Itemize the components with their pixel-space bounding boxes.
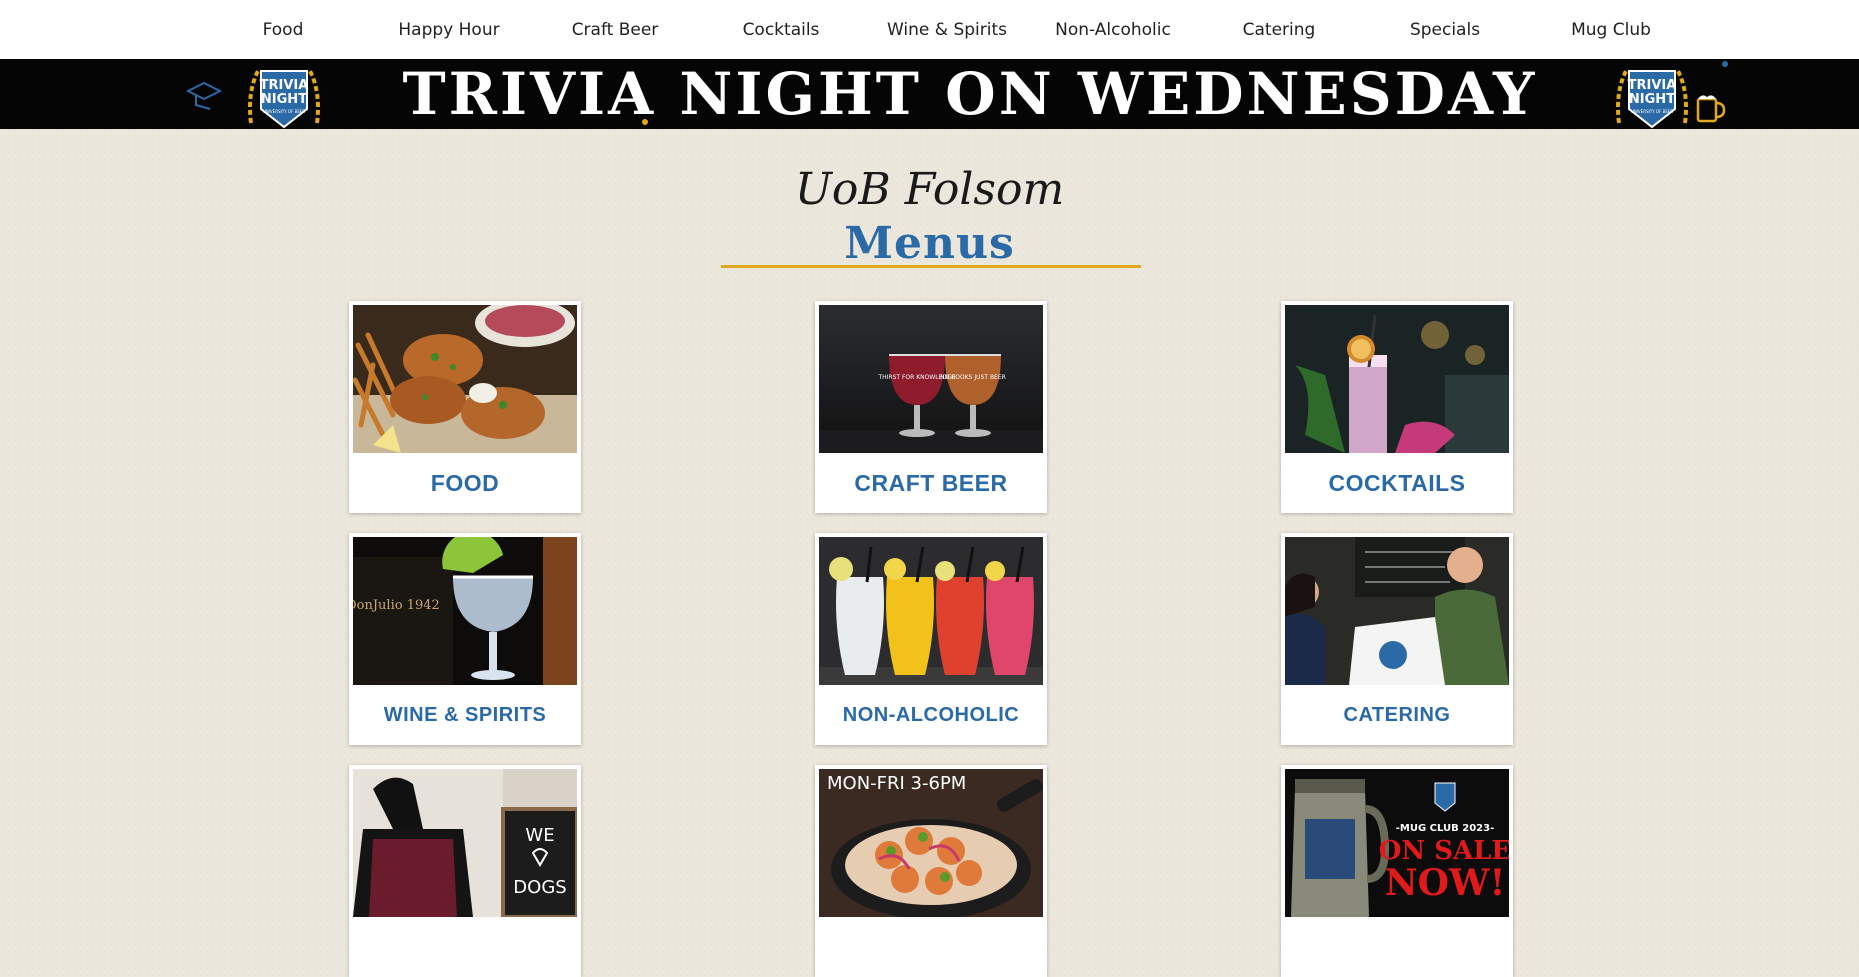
- card-label: CRAFT BEER: [854, 469, 1008, 496]
- happy-hour-photo: MON-FRI 3-6PM: [819, 769, 1043, 917]
- nav-item-wine-spirits[interactable]: Wine & Spirits: [864, 20, 1030, 40]
- sign-word-dogs: DOGS: [513, 877, 566, 898]
- card-label: NON-ALCOHOLIC: [842, 703, 1020, 726]
- card-label: [349, 917, 581, 977]
- menu-card-catering[interactable]: CATERING: [1281, 533, 1513, 745]
- menu-card-food[interactable]: FOOD: [349, 301, 581, 513]
- menu-card-happy-hour[interactable]: MON-FRI 3-6PM: [815, 765, 1047, 977]
- menu-card-craft-beer[interactable]: THIRST FOR KNOWLEDGE NO BOOKS JUST BEER …: [815, 301, 1047, 513]
- menu-card-dog-friendly[interactable]: WE DOGS: [349, 765, 581, 977]
- non-alcoholic-photo: [819, 537, 1043, 685]
- trivia-night-badge: TRIVIA NIGHT UNIVERSITY OF BEER: [248, 68, 320, 129]
- menu-card-mug-club[interactable]: -MUG CLUB 2023- ON SALE NOW!: [1281, 765, 1513, 977]
- nav-item-cocktails[interactable]: Cocktails: [698, 20, 864, 40]
- title-divider: [721, 265, 1141, 268]
- nav-item-happy-hour[interactable]: Happy Hour: [366, 20, 532, 40]
- mug-club-line1: -MUG CLUB 2023-: [1396, 823, 1494, 834]
- banner-text: TRIVIA NIGHT ON WEDNESDAY @8PM: [402, 60, 1538, 129]
- star-icon: [1722, 61, 1728, 67]
- nav-item-specials[interactable]: Specials: [1362, 20, 1528, 40]
- badge-line1: TRIVIA: [260, 78, 309, 93]
- mug-club-line3: NOW!: [1385, 862, 1506, 904]
- badge-sub: UNIVERSITY OF BEER: [263, 109, 306, 114]
- trivia-night-badge-right: TRIVIA NIGHT UNIVERSITY OF BEER: [1616, 68, 1688, 129]
- badge-right-sub: UNIVERSITY OF BEER: [1631, 109, 1674, 114]
- badge-line2: NIGHT: [261, 92, 307, 107]
- nav-item-craft-beer[interactable]: Craft Beer: [532, 20, 698, 40]
- glass2-text: NO BOOKS JUST BEER: [940, 374, 1006, 381]
- wine-spirits-photo: DonJulio 1942: [353, 537, 577, 685]
- food-photo: [353, 305, 577, 453]
- nav-item-catering[interactable]: Catering: [1196, 20, 1362, 40]
- menu-card-wine-spirits[interactable]: DonJulio 1942 WINE & SPIRITS: [349, 533, 581, 745]
- nav-item-non-alcoholic[interactable]: Non-Alcoholic: [1030, 20, 1196, 40]
- catering-photo: [1285, 537, 1509, 685]
- badge-right-line2: NIGHT: [1629, 92, 1675, 107]
- card-label: [815, 917, 1047, 977]
- card-label: COCKTAILS: [1328, 469, 1466, 496]
- trivia-night-banner[interactable]: TRIVIA NIGHT UNIVERSITY OF BEER TRIVIA N…: [0, 59, 1859, 129]
- card-label: FOOD: [430, 469, 500, 496]
- bottle-label: DonJulio 1942: [353, 598, 440, 613]
- star-icon: [642, 119, 648, 125]
- mug-club-photo: -MUG CLUB 2023- ON SALE NOW!: [1285, 769, 1509, 917]
- menu-card-non-alcoholic[interactable]: NON-ALCOHOLIC: [815, 533, 1047, 745]
- dog-friendly-photo: WE DOGS: [353, 769, 577, 917]
- top-navigation: Food Happy Hour Craft Beer Cocktails Win…: [0, 0, 1859, 59]
- location-script-title: UoB Folsom: [794, 164, 1065, 215]
- sign-word-we: WE: [525, 825, 554, 846]
- beer-mug-icon: [1696, 95, 1726, 123]
- card-label: WINE & SPIRITS: [383, 703, 547, 726]
- happy-hour-caption: MON-FRI 3-6PM: [827, 773, 966, 794]
- nav-item-mug-club[interactable]: Mug Club: [1528, 20, 1694, 40]
- craft-beer-photo: THIRST FOR KNOWLEDGE NO BOOKS JUST BEER: [819, 305, 1043, 453]
- badge-right-line1: TRIVIA: [1628, 78, 1677, 93]
- nav-item-food[interactable]: Food: [200, 20, 366, 40]
- cocktails-photo: [1285, 305, 1509, 453]
- graduation-cap-icon: [186, 81, 222, 110]
- card-label: CATERING: [1343, 703, 1451, 726]
- menu-card-cocktails[interactable]: COCKTAILS: [1281, 301, 1513, 513]
- page-title: Menus: [844, 218, 1015, 269]
- card-label: [1281, 917, 1513, 977]
